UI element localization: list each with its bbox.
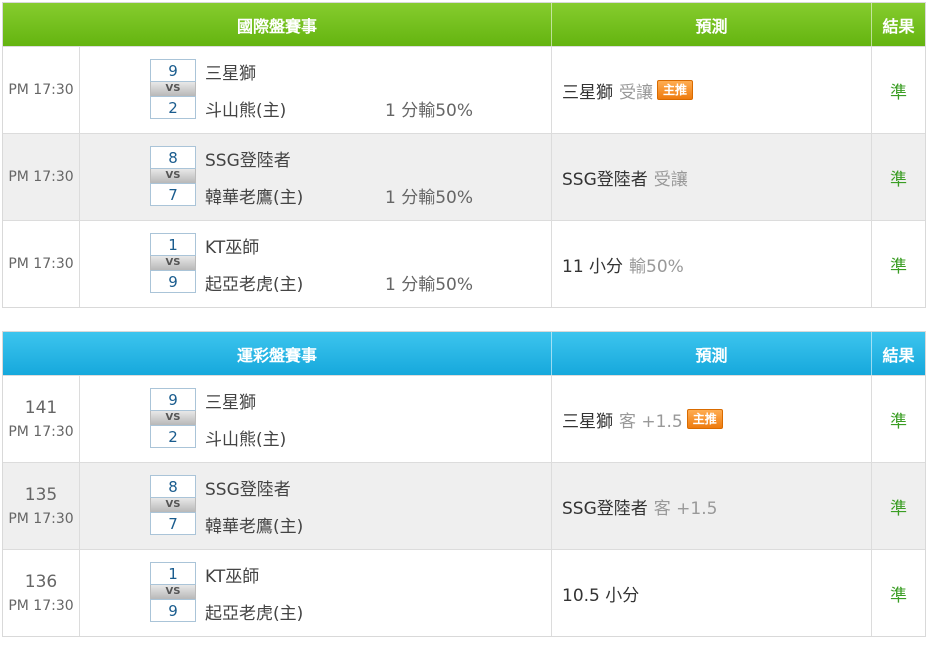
prediction-pick: 三星獅 xyxy=(562,82,613,103)
match-time: PM 17:30 xyxy=(8,256,74,272)
match-time: PM 17:30 xyxy=(8,169,74,185)
top-score: 9 xyxy=(150,59,196,82)
featured-badge: 主推 xyxy=(686,409,723,429)
table-row: 135 PM 17:30 8 VS 7 SSG登陸者 韓華老鷹(主) SSG登陸… xyxy=(3,462,925,549)
table-row: PM 17:30 1 VS 9 KT巫師 起亞老虎(主) 1 分輸50% 11 … xyxy=(3,220,925,307)
table-row: PM 17:30 9 VS 2 三星獅 斗山熊(主) 1 分輸50% 三星獅 受… xyxy=(3,46,925,133)
prediction-detail: 客 +1.5 xyxy=(653,498,718,519)
home-team: 韓華老鷹(主) xyxy=(205,188,304,208)
header-match: 運彩盤賽事 xyxy=(3,332,552,375)
match-time: PM 17:30 xyxy=(8,424,74,440)
table-row: 136 PM 17:30 1 VS 9 KT巫師 起亞老虎(主) 10.5 小分… xyxy=(3,549,925,636)
sports-lottery-table: 運彩盤賽事 預測 結果 141 PM 17:30 9 VS 2 三星獅 斗山熊(… xyxy=(2,331,926,637)
scorebox: 9 VS 2 xyxy=(150,59,196,119)
scorebox: 1 VS 9 xyxy=(150,562,196,622)
result: 準 xyxy=(890,256,907,277)
game-number: 135 xyxy=(24,485,58,505)
home-team: 斗山熊(主) xyxy=(205,101,287,121)
bottom-score: 9 xyxy=(150,599,196,622)
international-table-header: 國際盤賽事 預測 結果 xyxy=(3,3,925,46)
bottom-score: 2 xyxy=(150,96,196,119)
top-score: 1 xyxy=(150,562,196,585)
vs-label: VS xyxy=(150,585,196,599)
top-score: 1 xyxy=(150,233,196,256)
home-team: 起亞老虎(主) xyxy=(205,604,304,624)
away-team: KT巫師 xyxy=(205,238,260,258)
prediction-detail: 受讓 xyxy=(619,82,653,103)
game-number: 141 xyxy=(24,398,58,418)
header-result: 結果 xyxy=(882,345,915,365)
prediction-pick: 11 小分 xyxy=(562,256,624,277)
vs-label: VS xyxy=(150,82,196,96)
prediction-pick: 三星獅 xyxy=(562,411,613,432)
sports-lottery-table-header: 運彩盤賽事 預測 結果 xyxy=(3,332,925,375)
handicap: 1 分輸50% xyxy=(385,188,474,208)
vs-label: VS xyxy=(150,169,196,183)
vs-label: VS xyxy=(150,498,196,512)
bottom-score: 7 xyxy=(150,183,196,206)
away-team: SSG登陸者 xyxy=(205,151,291,171)
match-time: PM 17:30 xyxy=(8,598,74,614)
header-result: 結果 xyxy=(882,16,915,36)
home-team: 韓華老鷹(主) xyxy=(205,517,304,537)
table-row: 141 PM 17:30 9 VS 2 三星獅 斗山熊(主) 三星獅 客 +1.… xyxy=(3,375,925,462)
result: 準 xyxy=(890,169,907,190)
table-row: PM 17:30 8 VS 7 SSG登陸者 韓華老鷹(主) 1 分輸50% S… xyxy=(3,133,925,220)
header-match: 國際盤賽事 xyxy=(3,3,552,46)
result: 準 xyxy=(890,82,907,103)
away-team: 三星獅 xyxy=(205,393,256,413)
featured-badge: 主推 xyxy=(657,80,694,100)
bottom-score: 9 xyxy=(150,270,196,293)
top-score: 9 xyxy=(150,388,196,411)
bottom-score: 2 xyxy=(150,425,196,448)
match-time: PM 17:30 xyxy=(8,511,74,527)
header-prediction: 預測 xyxy=(552,332,872,375)
result: 準 xyxy=(890,411,907,432)
prediction-detail: 輸50% xyxy=(629,256,684,277)
top-score: 8 xyxy=(150,475,196,498)
vs-label: VS xyxy=(150,411,196,425)
match-time: PM 17:30 xyxy=(8,82,74,98)
prediction-pick: SSG登陸者 xyxy=(562,169,648,190)
home-team: 斗山熊(主) xyxy=(205,430,287,450)
scorebox: 8 VS 7 xyxy=(150,146,196,206)
result: 準 xyxy=(890,585,907,606)
header-prediction: 預測 xyxy=(552,3,872,46)
scorebox: 9 VS 2 xyxy=(150,388,196,448)
bottom-score: 7 xyxy=(150,512,196,535)
vs-label: VS xyxy=(150,256,196,270)
prediction-detail: 受讓 xyxy=(653,169,688,190)
international-table: 國際盤賽事 預測 結果 PM 17:30 9 VS 2 三星獅 斗山熊(主) 1… xyxy=(2,2,926,308)
away-team: SSG登陸者 xyxy=(205,480,291,500)
home-team: 起亞老虎(主) xyxy=(205,275,304,295)
top-score: 8 xyxy=(150,146,196,169)
handicap: 1 分輸50% xyxy=(385,275,474,295)
prediction-pick: 10.5 小分 xyxy=(562,585,640,606)
away-team: KT巫師 xyxy=(205,567,260,587)
game-number: 136 xyxy=(24,572,58,592)
result: 準 xyxy=(890,498,907,519)
handicap: 1 分輸50% xyxy=(385,101,474,121)
scorebox: 1 VS 9 xyxy=(150,233,196,293)
away-team: 三星獅 xyxy=(205,64,256,84)
prediction-detail: 客 +1.5 xyxy=(619,411,683,432)
prediction-pick: SSG登陸者 xyxy=(562,498,648,519)
scorebox: 8 VS 7 xyxy=(150,475,196,535)
